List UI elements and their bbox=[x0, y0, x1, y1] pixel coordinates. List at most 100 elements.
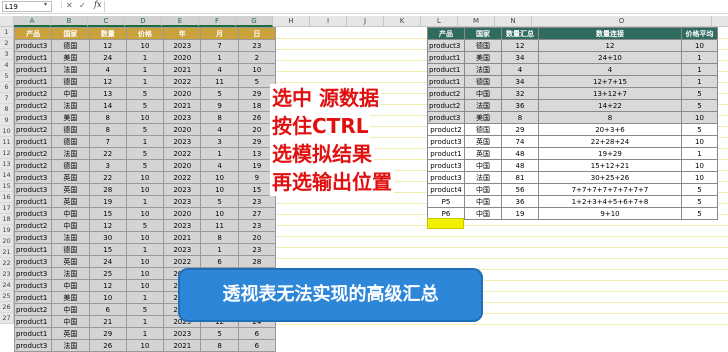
row-header-24[interactable]: 24 bbox=[0, 280, 14, 291]
source-cell[interactable]: 法国 bbox=[51, 267, 90, 280]
row-header-22[interactable]: 22 bbox=[0, 258, 14, 269]
summary-cell[interactable]: 美国 bbox=[464, 51, 502, 64]
source-cell[interactable]: 8 bbox=[88, 111, 127, 124]
source-cell[interactable]: 10 bbox=[200, 207, 239, 220]
summary-cell[interactable]: product4 bbox=[427, 183, 465, 196]
source-cell[interactable]: 2023 bbox=[163, 219, 202, 232]
summary-cell[interactable]: 5 bbox=[681, 87, 718, 100]
name-box-dropdown-icon[interactable]: ▾ bbox=[44, 1, 47, 8]
source-cell[interactable]: 6 bbox=[88, 303, 127, 316]
source-cell[interactable]: 2022 bbox=[163, 147, 202, 160]
source-cell[interactable]: 22 bbox=[88, 147, 127, 160]
source-cell[interactable]: 2020 bbox=[163, 51, 202, 64]
source-header-cell[interactable]: 日 bbox=[237, 27, 277, 40]
source-cell[interactable]: 23 bbox=[237, 195, 277, 208]
summary-cell[interactable]: 24+10 bbox=[538, 51, 682, 64]
source-cell[interactable]: 中国 bbox=[51, 207, 90, 220]
summary-cell[interactable]: 34 bbox=[501, 75, 539, 88]
row-header-25[interactable]: 25 bbox=[0, 291, 14, 302]
summary-cell[interactable]: 法国 bbox=[464, 99, 502, 112]
column-header-a[interactable]: A bbox=[14, 16, 51, 27]
source-cell[interactable]: 1 bbox=[125, 327, 165, 340]
row-header-8[interactable]: 8 bbox=[0, 104, 14, 115]
summary-cell[interactable]: 中国 bbox=[464, 87, 502, 100]
source-cell[interactable]: 29 bbox=[88, 327, 127, 340]
source-cell[interactable]: product2 bbox=[13, 303, 53, 316]
source-cell[interactable]: product3 bbox=[13, 207, 53, 220]
summary-cell[interactable]: product1 bbox=[427, 63, 465, 76]
source-cell[interactable]: 4 bbox=[88, 63, 127, 76]
source-cell[interactable]: 法国 bbox=[51, 63, 90, 76]
source-cell[interactable]: 5 bbox=[125, 303, 165, 316]
summary-cell[interactable]: 81 bbox=[501, 171, 539, 184]
source-cell[interactable]: 10 bbox=[125, 39, 165, 52]
summary-cell[interactable]: 48 bbox=[501, 159, 539, 172]
source-cell[interactable]: 2020 bbox=[163, 87, 202, 100]
source-cell[interactable]: 2022 bbox=[163, 255, 202, 268]
summary-cell[interactable]: 5 bbox=[681, 207, 718, 220]
source-cell[interactable]: 2 bbox=[237, 51, 277, 64]
row-header-26[interactable]: 26 bbox=[0, 302, 14, 313]
check-icon[interactable]: ✓ bbox=[79, 1, 86, 10]
summary-cell[interactable]: P5 bbox=[427, 195, 465, 208]
source-cell[interactable]: 2022 bbox=[163, 171, 202, 184]
source-cell[interactable]: 法国 bbox=[51, 99, 90, 112]
source-cell[interactable]: product2 bbox=[13, 99, 53, 112]
source-cell[interactable]: 1 bbox=[200, 51, 239, 64]
formula-input[interactable] bbox=[104, 1, 725, 12]
source-cell[interactable]: 23 bbox=[237, 219, 277, 232]
source-cell[interactable]: 4 bbox=[200, 63, 239, 76]
summary-cell[interactable]: 英国 bbox=[464, 147, 502, 160]
source-cell[interactable]: product3 bbox=[13, 279, 53, 292]
source-cell[interactable]: 2020 bbox=[163, 159, 202, 172]
source-cell[interactable]: 7 bbox=[200, 39, 239, 52]
row-header-9[interactable]: 9 bbox=[0, 115, 14, 126]
column-header-p[interactable]: P bbox=[712, 16, 728, 27]
source-cell[interactable]: product1 bbox=[13, 51, 53, 64]
source-cell[interactable]: 3 bbox=[200, 135, 239, 148]
source-cell[interactable]: 1 bbox=[125, 75, 165, 88]
source-cell[interactable]: product2 bbox=[13, 123, 53, 136]
source-cell[interactable]: 2021 bbox=[163, 339, 202, 352]
source-cell[interactable]: product1 bbox=[13, 195, 53, 208]
source-cell[interactable]: product3 bbox=[13, 339, 53, 352]
summary-cell[interactable]: 德国 bbox=[464, 75, 502, 88]
source-cell[interactable]: 美国 bbox=[51, 291, 90, 304]
source-cell[interactable]: 12 bbox=[88, 39, 127, 52]
source-cell[interactable]: 1 bbox=[200, 243, 239, 256]
summary-cell[interactable]: 1 bbox=[681, 63, 718, 76]
column-header-f[interactable]: F bbox=[199, 16, 236, 27]
source-cell[interactable]: 英国 bbox=[51, 327, 90, 340]
summary-cell[interactable]: 12 bbox=[501, 39, 539, 52]
more-icon[interactable]: ⋮ bbox=[58, 1, 65, 9]
row-header-20[interactable]: 20 bbox=[0, 236, 14, 247]
source-cell[interactable]: 23 bbox=[237, 243, 277, 256]
source-cell[interactable]: 6 bbox=[237, 327, 277, 340]
summary-cell[interactable]: 74 bbox=[501, 135, 539, 148]
summary-cell[interactable]: 15+12+21 bbox=[538, 159, 682, 172]
source-cell[interactable]: 德国 bbox=[51, 75, 90, 88]
source-cell[interactable]: 26 bbox=[88, 339, 127, 352]
row-header-5[interactable]: 5 bbox=[0, 71, 14, 82]
summary-cell[interactable]: 5 bbox=[681, 183, 718, 196]
source-cell[interactable]: 2023 bbox=[163, 243, 202, 256]
source-cell[interactable]: product3 bbox=[13, 231, 53, 244]
source-cell[interactable]: 2021 bbox=[163, 231, 202, 244]
source-cell[interactable]: 20 bbox=[237, 231, 277, 244]
summary-cell[interactable]: product3 bbox=[427, 171, 465, 184]
source-cell[interactable]: 10 bbox=[125, 255, 165, 268]
source-cell[interactable]: 1 bbox=[125, 243, 165, 256]
summary-cell[interactable]: 19 bbox=[501, 207, 539, 220]
summary-cell[interactable]: 12 bbox=[538, 39, 682, 52]
row-header-4[interactable]: 4 bbox=[0, 60, 14, 71]
source-cell[interactable]: 14 bbox=[88, 99, 127, 112]
summary-result-table[interactable]: 产品 国家 数量汇总 数量连接 价格平均 product3 德国 12 12 10 product1… bbox=[427, 27, 718, 220]
summary-cell[interactable]: 1 bbox=[681, 147, 718, 160]
source-cell[interactable]: 24 bbox=[88, 255, 127, 268]
source-header-cell[interactable]: 国家 bbox=[51, 27, 90, 40]
column-header-c[interactable]: C bbox=[88, 16, 125, 27]
summary-header-cell[interactable]: 价格平均 bbox=[681, 27, 718, 40]
column-header-o[interactable]: O bbox=[532, 16, 712, 27]
source-cell[interactable]: 美国 bbox=[51, 51, 90, 64]
row-header-13[interactable]: 13 bbox=[0, 159, 14, 170]
